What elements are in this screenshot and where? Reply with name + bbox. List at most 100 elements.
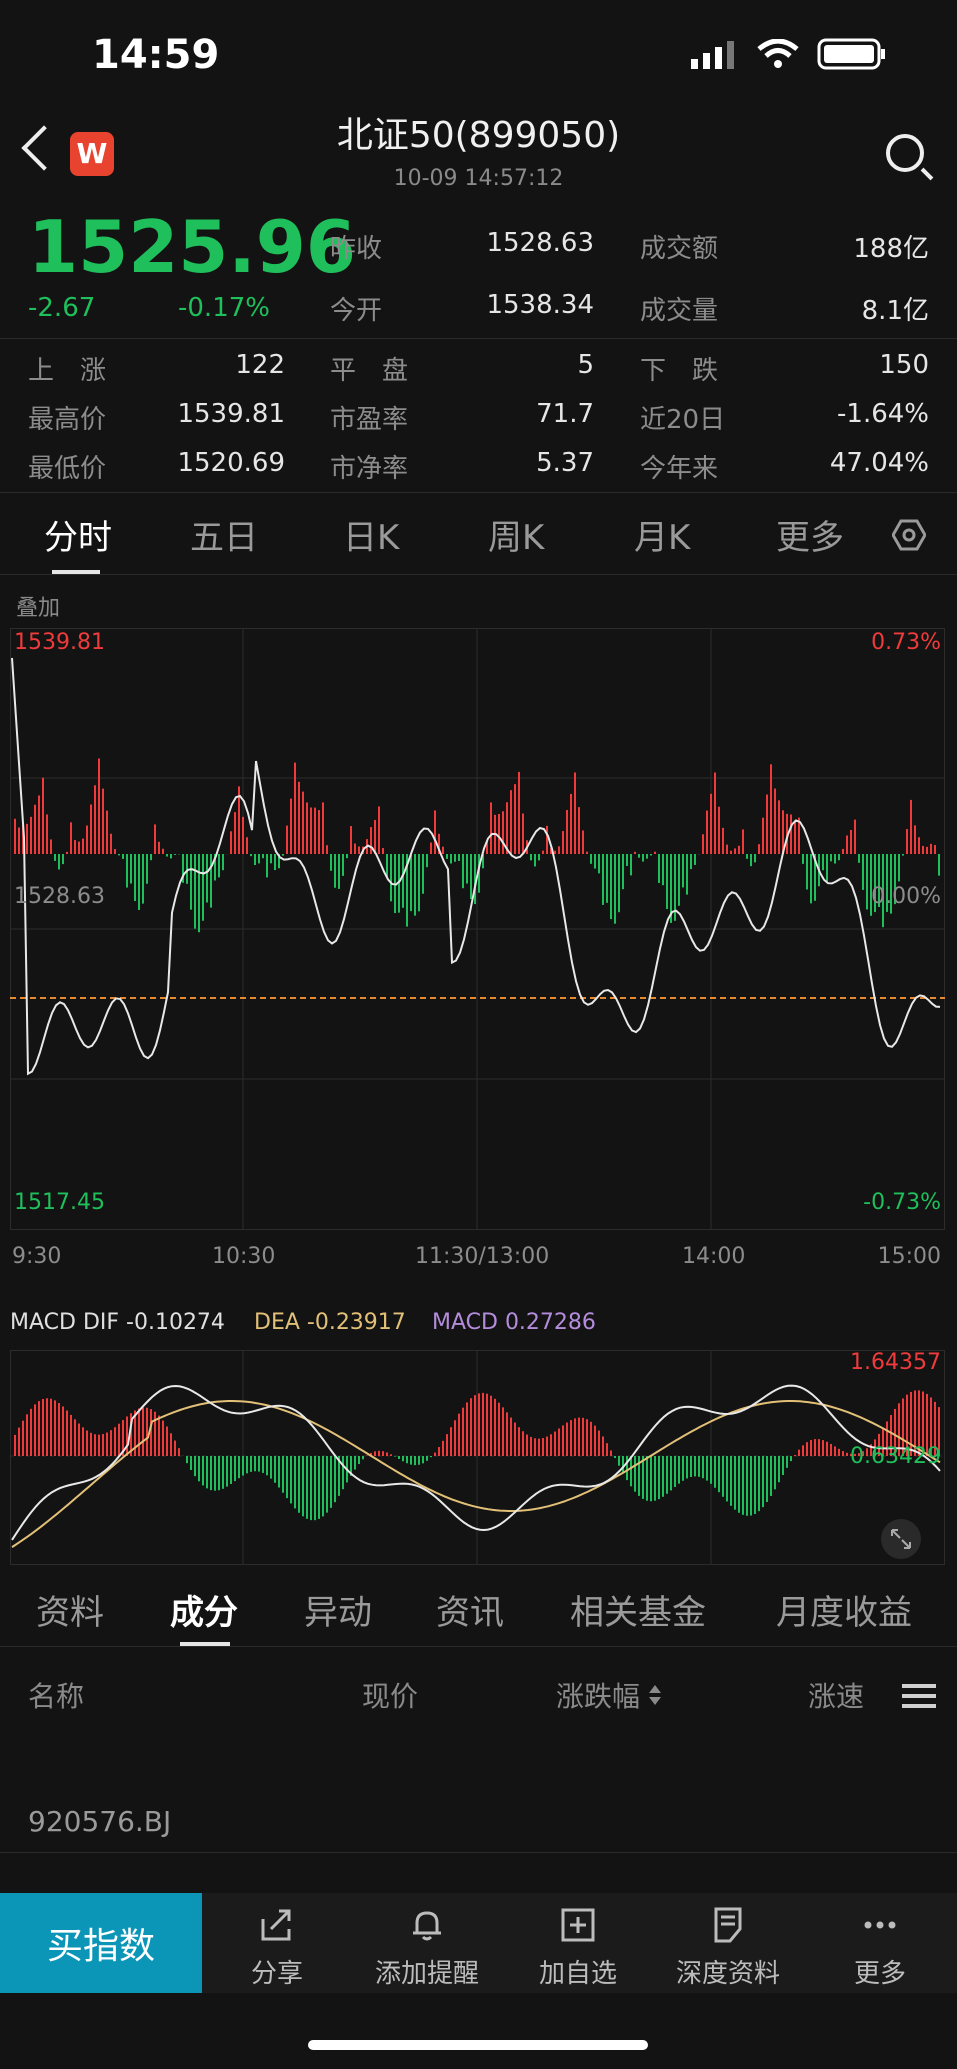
col-price-header[interactable]: 现价 (362, 1675, 418, 1715)
chart-top-price: 1539.81 (14, 630, 105, 655)
home-indicator (308, 2040, 648, 2050)
macd-bar (618, 1456, 620, 1466)
volume-bar (170, 854, 172, 859)
add-alert-button[interactable]: 添加提醒 (367, 1905, 487, 1990)
volume-bar (314, 807, 316, 854)
col-name-header[interactable]: 名称 (28, 1675, 84, 1715)
volume-bar (198, 854, 200, 933)
volume-bar (510, 790, 512, 854)
macd-bar (222, 1456, 224, 1489)
volume-bar (462, 854, 464, 889)
settings-icon[interactable] (892, 518, 926, 552)
subtab-movements[interactable]: 异动 (304, 1585, 372, 1634)
macd-bar (250, 1456, 252, 1472)
subtab-monthly-returns[interactable]: 月度收益 (776, 1585, 912, 1634)
expand-icon[interactable] (880, 1518, 922, 1560)
macd-bar (318, 1456, 320, 1519)
macd-bar (466, 1402, 468, 1456)
col-change-header[interactable]: 涨跌幅 (556, 1675, 640, 1715)
macd-bar (402, 1456, 404, 1462)
macd-bar (430, 1456, 432, 1458)
col-speed-header[interactable]: 涨速 (808, 1675, 864, 1715)
chart-bottom-price: 1517.45 (14, 1190, 105, 1215)
deep-data-button[interactable]: 深度资料 (668, 1905, 788, 1990)
macd-bar (562, 1425, 564, 1456)
menu-icon[interactable] (902, 1682, 936, 1710)
volume-bar (82, 838, 84, 854)
tab-intraday[interactable]: 分时 (44, 510, 112, 559)
macd-bar (666, 1456, 668, 1494)
subtab-constituents[interactable]: 成分 (170, 1585, 238, 1634)
macd-bar (358, 1456, 360, 1465)
macd-chart[interactable] (10, 1350, 945, 1565)
macd-bar (538, 1438, 540, 1456)
macd-bar (478, 1393, 480, 1456)
macd-bar (574, 1418, 576, 1456)
volume-bar (578, 807, 580, 854)
macd-bar (806, 1442, 808, 1456)
volume-bar (546, 825, 548, 854)
search-icon[interactable] (886, 134, 924, 172)
macd-bar (790, 1456, 792, 1462)
more-button[interactable]: 更多 (820, 1905, 940, 1990)
pb-value: 5.37 (536, 448, 594, 478)
buy-index-button[interactable]: 买指数 (0, 1893, 202, 1993)
macd-bar (494, 1398, 496, 1456)
volume-bar (770, 764, 772, 854)
volume-bar (38, 795, 40, 854)
macd-bar (66, 1410, 68, 1456)
sort-icon[interactable] (648, 1684, 662, 1706)
subtab-profile[interactable]: 资料 (36, 1585, 104, 1634)
last-price: 1525.96 (28, 205, 356, 289)
subtab-related-funds[interactable]: 相关基金 (570, 1585, 706, 1634)
ytd-label: 今年来 (640, 454, 719, 484)
macd-bar (306, 1456, 308, 1519)
volume-bar (34, 804, 36, 854)
volume-bar (518, 771, 520, 854)
macd-bar (710, 1456, 712, 1484)
volume-bar (254, 854, 256, 866)
volume-bar (618, 854, 620, 913)
tab-more[interactable]: 更多 (776, 510, 844, 559)
d20-value: -1.64% (837, 399, 929, 429)
macd-bar (186, 1456, 188, 1464)
macd-bar (686, 1456, 688, 1479)
status-time: 14:59 (92, 32, 220, 78)
macd-bar (642, 1456, 644, 1499)
macd-bar (126, 1416, 128, 1456)
volume-bar (926, 846, 928, 854)
macd-bar (794, 1454, 796, 1456)
macd-bar (622, 1456, 624, 1474)
macd-bar (690, 1456, 692, 1477)
macd-bar (542, 1438, 544, 1456)
tab-five-day[interactable]: 五日 (190, 510, 258, 559)
intraday-chart[interactable] (10, 628, 945, 1230)
macd-bar (518, 1427, 520, 1456)
subtab-news[interactable]: 资讯 (436, 1585, 504, 1634)
volume-bar (374, 819, 376, 854)
tab-weekly-k[interactable]: 周K (488, 510, 544, 559)
macd-bar (726, 1456, 728, 1502)
volume-bar (522, 813, 524, 854)
volume-bar (630, 854, 632, 876)
macd-bar (802, 1445, 804, 1456)
share-button[interactable]: 分享 (217, 1905, 337, 1990)
tab-monthly-k[interactable]: 月K (634, 510, 690, 559)
volume-bar (930, 843, 932, 854)
macd-bar (78, 1423, 80, 1456)
volume-bar (606, 854, 608, 903)
volume-bar (778, 800, 780, 854)
volume-bar (846, 835, 848, 854)
volume-bar (202, 854, 204, 921)
macd-bar (514, 1422, 516, 1456)
add-watchlist-button[interactable]: 加自选 (518, 1905, 638, 1990)
volume-bar (422, 854, 424, 894)
list-item[interactable]: 920576.BJ (28, 1805, 171, 1838)
tab-daily-k[interactable]: 日K (343, 510, 399, 559)
macd-bar (34, 1404, 36, 1456)
volume-bar (534, 854, 536, 867)
overlay-button[interactable]: 叠加 (16, 590, 60, 622)
divider (0, 338, 957, 339)
macd-bar (258, 1456, 260, 1472)
volume-bar (130, 854, 132, 884)
